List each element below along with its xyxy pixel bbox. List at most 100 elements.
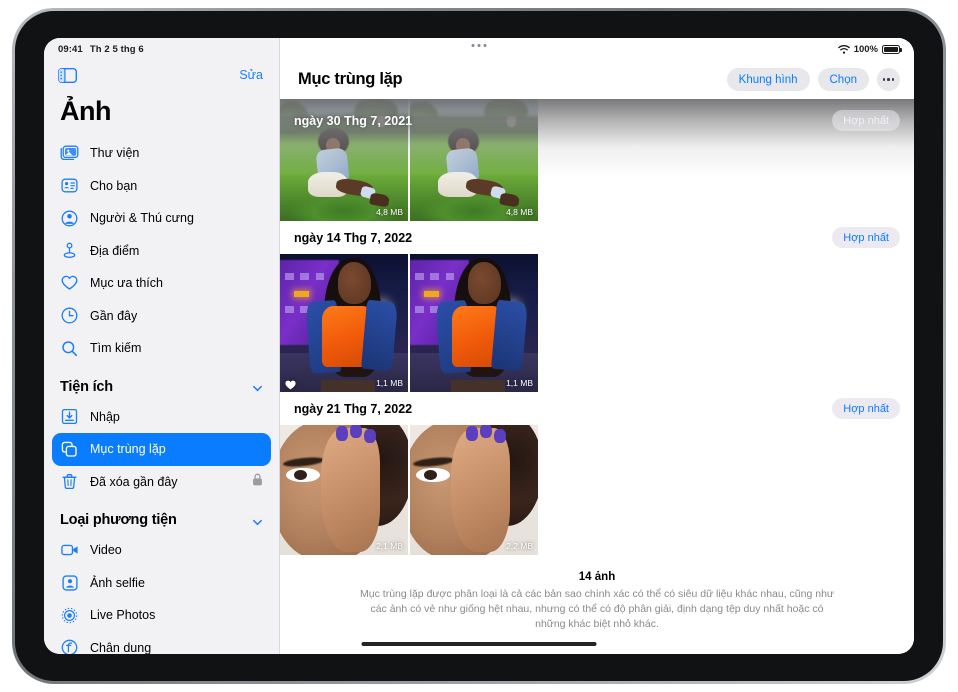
- duplicate-group: ngày 14 Thg 7, 2022 Hợp nhất 1,1 MB 1,1 …: [280, 221, 914, 392]
- content-header: Mục trùng lặp Khung hình Chọn: [280, 60, 914, 99]
- favorite-heart-icon: [285, 377, 296, 390]
- footer-description: Mục trùng lặp được phân loại là cả các b…: [360, 588, 834, 631]
- photo-library-icon: [60, 144, 79, 163]
- photo-thumbnail[interactable]: 1,1 MB: [280, 254, 408, 392]
- status-bar-right: 100%: [837, 38, 902, 60]
- sidebar-toggle-icon[interactable]: [57, 67, 78, 83]
- section-title: Tiện ích: [60, 378, 113, 395]
- photo-count-label: 14 ảnh: [578, 571, 616, 583]
- sidebar-item-duplicates[interactable]: Mục trùng lặp: [52, 433, 271, 466]
- sidebar-item-label: Chân dung: [90, 640, 152, 654]
- sidebar-item-recently-deleted[interactable]: Đã xóa gần đây: [52, 466, 271, 499]
- photo-size-label: 2,2 MB: [506, 541, 533, 551]
- status-bar-left: 09:41 Th 2 5 thg 6: [44, 44, 144, 55]
- group-date-label: ngày 14 Thg 7, 2022: [294, 230, 413, 245]
- clock-time: 09:41: [58, 43, 83, 55]
- group-header: ngày 21 Thg 7, 2022 Hợp nhất: [280, 392, 914, 425]
- sidebar-item-import[interactable]: Nhập: [52, 401, 271, 434]
- places-pin-icon: [60, 241, 79, 260]
- sidebar-item-label: Tìm kiếm: [90, 341, 142, 356]
- sidebar-item-label: Mục trùng lặp: [90, 442, 166, 457]
- photo-thumbnail[interactable]: 2,1 MB: [280, 425, 408, 555]
- sidebar-item-search[interactable]: Tìm kiếm: [52, 332, 271, 365]
- sidebar-item-label: Người & Thú cưng: [90, 211, 194, 226]
- edit-button[interactable]: Sửa: [239, 68, 263, 82]
- photo-size-label: 2,1 MB: [376, 541, 403, 551]
- group-date-label: ngày 21 Thg 7, 2022: [294, 401, 413, 416]
- lock-icon: [252, 473, 263, 491]
- chevron-down-icon[interactable]: [252, 381, 263, 392]
- for-you-icon: [60, 176, 79, 195]
- merge-button[interactable]: Hợp nhất: [832, 398, 900, 419]
- live-photos-icon: [60, 606, 79, 625]
- sidebar-item-label: Cho bạn: [90, 178, 138, 193]
- sidebar-item-label: Ảnh selfie: [90, 575, 145, 590]
- utilities-nav-list: Nhập Mục trùng lặp Đã xóa gần đây: [44, 401, 279, 499]
- heart-icon: [60, 274, 79, 293]
- import-icon: [60, 407, 79, 426]
- footer-note: 14 ảnh Mục trùng lặp được phân loại là c…: [280, 555, 914, 633]
- sidebar-item-label: Video: [90, 543, 122, 558]
- sidebar-header: Sửa: [44, 60, 279, 90]
- duplicates-scroll-area[interactable]: 4,8 MB 4,8 MB Hợp nhất ngày 30 Thg 7, 20…: [280, 38, 914, 654]
- content-title: Mục trùng lặp: [298, 70, 403, 88]
- frame-button[interactable]: Khung hình: [726, 68, 810, 91]
- wifi-icon: [837, 44, 850, 54]
- header-actions: Khung hình Chọn: [726, 68, 900, 91]
- selfie-icon: [60, 573, 79, 592]
- sidebar-item-selfies[interactable]: Ảnh selfie: [52, 567, 271, 600]
- merge-button[interactable]: Hợp nhất: [832, 110, 900, 131]
- search-icon: [60, 339, 79, 358]
- sidebar-item-library[interactable]: Thư viện: [52, 137, 271, 170]
- section-header-media-types[interactable]: Loại phương tiện: [44, 498, 279, 534]
- photo-size-label: 4,8 MB: [506, 207, 533, 217]
- sidebar-item-recents[interactable]: Gần đây: [52, 300, 271, 333]
- clock-icon: [60, 306, 79, 325]
- sidebar-item-label: Nhập: [90, 409, 120, 424]
- sidebar-item-label: Mục ưa thích: [90, 276, 163, 291]
- sidebar-item-label: Đã xóa gần đây: [90, 474, 178, 489]
- sidebar-item-for-you[interactable]: Cho bạn: [52, 170, 271, 203]
- duplicate-group: ngày 21 Thg 7, 2022 Hợp nhất 2,1 MB 2,2 …: [280, 392, 914, 555]
- media-types-nav-list: Video Ảnh selfie Live Photos Chân dung: [44, 534, 279, 654]
- photo-size-label: 4,8 MB: [376, 207, 403, 217]
- sidebar-item-label: Live Photos: [90, 608, 156, 623]
- sidebar-item-label: Gần đây: [90, 308, 138, 323]
- status-bar: 09:41 Th 2 5 thg 6 100%: [44, 38, 914, 60]
- photo-size-label: 1,1 MB: [376, 378, 403, 388]
- sidebar-item-portrait[interactable]: Chân dung: [52, 632, 271, 654]
- section-title: Loại phương tiện: [60, 512, 177, 528]
- photo-thumbnail[interactable]: 4,8 MB: [410, 99, 538, 221]
- date-label: Th 2 5 thg 6: [89, 43, 144, 55]
- thumbnail-row: 1,1 MB 1,1 MB: [280, 254, 914, 392]
- sidebar-item-favorites[interactable]: Mục ưa thích: [52, 267, 271, 300]
- sidebar-item-video[interactable]: Video: [52, 534, 271, 567]
- sidebar-item-people-pets[interactable]: Người & Thú cưng: [52, 202, 271, 235]
- photo-thumbnail[interactable]: 2,2 MB: [410, 425, 538, 555]
- thumbnail-row: 2,1 MB 2,2 MB: [280, 425, 914, 555]
- chevron-down-icon[interactable]: [252, 515, 263, 526]
- portrait-icon: [60, 638, 79, 654]
- ellipsis-circle-icon[interactable]: [877, 68, 900, 91]
- sidebar-item-label: Địa điểm: [90, 243, 140, 258]
- home-indicator[interactable]: [361, 641, 597, 646]
- select-button[interactable]: Chọn: [817, 68, 869, 91]
- battery-full-icon: [882, 44, 902, 54]
- sidebar-item-live-photos[interactable]: Live Photos: [52, 599, 271, 632]
- section-header-utilities[interactable]: Tiện ích: [44, 365, 279, 401]
- people-pets-icon: [60, 209, 79, 228]
- battery-percent-label: 100%: [853, 43, 878, 55]
- multitasking-dots-icon[interactable]: [471, 44, 487, 47]
- merge-button[interactable]: Hợp nhất: [832, 227, 900, 248]
- sidebar: Sửa Ảnh Thư viện Cho bạn Người & Thú cưn…: [44, 38, 280, 654]
- group-header: ngày 14 Thg 7, 2022 Hợp nhất: [280, 221, 914, 254]
- primary-nav-list: Thư viện Cho bạn Người & Thú cưng Địa đi…: [44, 137, 279, 365]
- photo-thumbnail[interactable]: 1,1 MB: [410, 254, 538, 392]
- sidebar-item-label: Thư viện: [90, 146, 140, 161]
- duplicates-icon: [60, 440, 79, 459]
- sidebar-item-places[interactable]: Địa điểm: [52, 235, 271, 268]
- trash-icon: [60, 472, 79, 491]
- photo-size-label: 1,1 MB: [506, 378, 533, 388]
- video-camera-icon: [60, 541, 79, 560]
- screen: Sửa Ảnh Thư viện Cho bạn Người & Thú cưn…: [44, 38, 914, 654]
